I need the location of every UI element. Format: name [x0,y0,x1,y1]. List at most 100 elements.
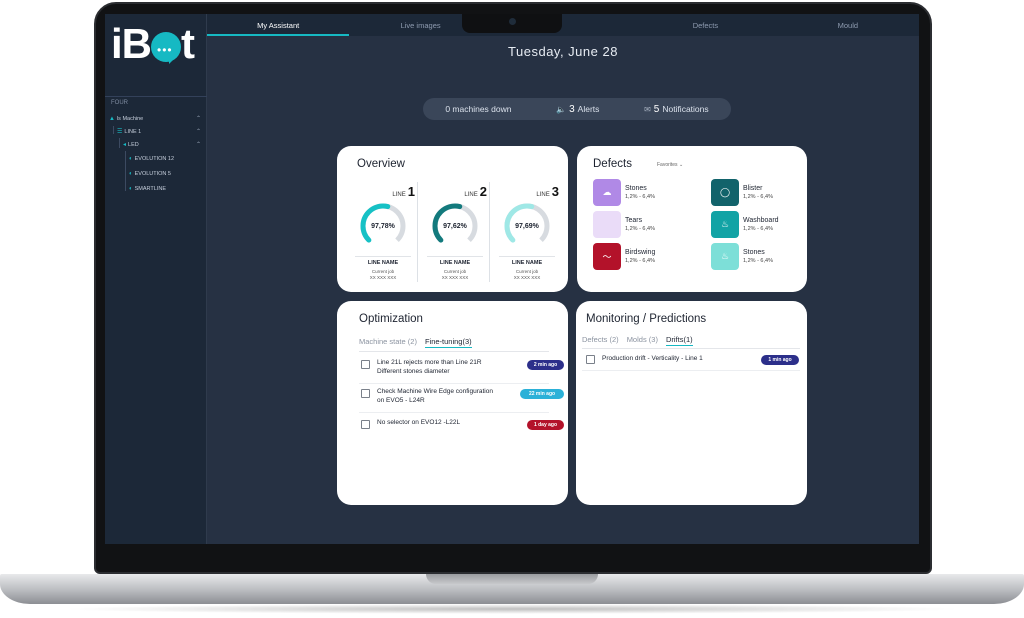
chevron-up-icon[interactable]: ⌃ [196,128,201,135]
sidebar-item-smartline[interactable]: ◐ SMARTLINE [129,183,201,194]
line-label: LINE 3 [536,184,559,199]
favorites-dropdown[interactable]: Favorites ⌄ [657,162,683,168]
row-divider [359,383,549,384]
defect-text: Tears 1,2% - 6,4% [625,216,655,233]
line-name: LINE NAME [439,260,471,266]
task-checkbox[interactable] [586,355,595,364]
tab-defects[interactable]: Defects [634,14,776,36]
row-divider [359,412,549,413]
task-row: Production drift - Verticality - Line 1 [586,354,703,364]
current-job-value: XX XXX XXX [513,275,541,280]
page-date: Tuesday, June 28 [508,44,618,59]
gauge-value: 97,62% [443,222,467,230]
defect-name: Stones [625,185,647,192]
tree-connector [125,151,126,191]
task-text: No selector on EVO12 -L22L [377,419,460,428]
defect-item[interactable]: ♨ Washboard 1,2% - 6,4% [711,211,779,238]
task-line: Different stones diameter [377,367,450,375]
sidebar-item-led[interactable]: ◂ LED ⌃ [123,139,201,150]
app-screen: iB ••• t FOUR ▲ ls Machine ⌃ ☰ LINE 1 ⌃ … [105,14,919,544]
defect-thumbnail: ♨ [711,243,739,270]
line-icon: ☰ [117,129,123,135]
line-prefix: LINE [464,192,478,198]
defect-text: Blister 1,2% - 6,4% [743,184,773,201]
sidebar-item-line-1[interactable]: ☰ LINE 1 ⌃ [117,126,201,137]
tab-my-assistant[interactable]: My Assistant [207,14,350,36]
defect-range: 1,2% - 6,4% [625,194,655,200]
task-checkbox[interactable] [361,420,370,429]
laptop-lid-notch [426,574,598,584]
defect-name: Washboard [743,217,779,224]
subtab-machine-state[interactable]: Machine state (2) [359,337,417,348]
monitoring-card: Monitoring / Predictions Defects (2) Mol… [576,301,807,505]
task-row: No selector on EVO12 -L22L [361,419,460,429]
defect-range: 1,2% - 6,4% [625,226,655,232]
defect-item[interactable]: ◯ Blister 1,2% - 6,4% [711,179,773,206]
optimization-subtabs: Machine state (2) Fine-tuning(3) [359,337,472,348]
monitoring-subtabs: Defects (2) Molds (3) Drifts(1) [582,335,693,346]
chevron-up-icon[interactable]: ⌃ [196,141,201,148]
sidebar-divider [105,96,207,97]
overview-line-3[interactable]: LINE 3 97,69% LINE NAME Current job XX XXX XX… [493,180,565,280]
defect-thumbnail: ☁ [593,179,621,206]
task-text: Line 21L rejects more than Line 21R Diffe… [377,359,482,376]
ibot-logo: iB ••• t [111,20,195,67]
notifications-status[interactable]: ✉ 5 Notifications [644,104,709,115]
defect-text: Birdswing 1,2% - 6,4% [625,248,655,265]
defect-text: Stones 1,2% - 6,4% [625,184,655,201]
overview-line-1[interactable]: LINE 1 97,78% LINE NAME Current job XX XXX XX… [349,180,421,280]
sidebar-item-evolution-5[interactable]: ◐ EVOLUTION 5 [129,168,201,179]
defect-item[interactable]: ☁ Stones 1,2% - 6,4% [593,179,655,206]
overview-title: Overview [357,158,405,170]
line-number: 1 [407,184,415,199]
line-name: LINE NAME [367,260,399,266]
tree-connector [119,138,120,148]
defect-text: Washboard 1,2% - 6,4% [743,216,779,233]
sidebar-item-evolution-12[interactable]: ◐ EVOLUTION 12 [129,153,201,164]
machine-node-icon: ◐ [129,155,133,162]
sidebar: iB ••• t FOUR ▲ ls Machine ⌃ ☰ LINE 1 ⌃ … [105,14,207,544]
envelope-icon: ✉ [644,104,651,114]
gauge-value: 97,78% [371,222,395,230]
current-job-label: Current job [443,269,467,274]
optimization-title: Optimization [359,313,423,325]
defect-item[interactable]: ♨ Stones 1,2% - 6,4% [711,243,773,270]
defect-item[interactable]: Tears 1,2% - 6,4% [593,211,655,238]
subtab-fine-tuning[interactable]: Fine-tuning(3) [424,337,472,348]
line-label: LINE 2 [464,184,487,199]
task-line: Check Machine Wire Edge configuration [377,388,493,395]
gauge-value: 97,69% [515,222,539,230]
alerts-status[interactable]: 🔈 3 Alerts [556,104,599,115]
time-badge: 1 min ago [761,355,799,365]
camera-icon [509,18,516,25]
row-divider [582,370,800,371]
task-checkbox[interactable] [361,389,370,398]
defect-item[interactable]: 〜 Birdswing 1,2% - 6,4% [593,243,655,270]
subtab-underline [582,348,800,349]
overview-line-2[interactable]: LINE 2 97,62% LINE NAME Current job XX XXX XX… [421,180,493,280]
task-text: Production drift - Verticality - Line 1 [602,355,703,362]
current-job-label: Current job [515,269,539,274]
chevron-down-icon: ⌄ [678,162,684,168]
defect-name: Tears [625,217,643,224]
subtab-drifts[interactable]: Drifts(1) [665,335,693,346]
gauge-divider [499,256,555,257]
line-label: LINE 1 [392,184,415,199]
optimization-card: Optimization Machine state (2) Fine-tuni… [337,301,568,505]
defect-range: 1,2% - 6,4% [625,258,655,264]
line-name: LINE NAME [511,260,543,266]
subtab-defects[interactable]: Defects (2) [582,335,619,346]
machines-down-status[interactable]: 0 machines down [445,104,511,114]
task-checkbox[interactable] [361,360,370,369]
sidebar-item-machine[interactable]: ▲ ls Machine ⌃ [109,113,201,124]
subtab-molds[interactable]: Molds (3) [627,335,658,346]
overview-card: Overview LINE 1 97,78% LINE NAME Current job… [337,146,568,292]
tab-mould[interactable]: Mould [777,14,919,36]
defect-range: 1,2% - 6,4% [743,194,773,200]
chevron-up-icon[interactable]: ⌃ [196,115,201,122]
task-text: Check Machine Wire Edge configuration on … [377,388,493,405]
current-job-label: Current job [371,269,395,274]
machine-node-icon: ◐ [129,170,133,177]
laptop-shadow [60,604,964,614]
defect-range: 1,2% - 6,4% [743,258,773,264]
